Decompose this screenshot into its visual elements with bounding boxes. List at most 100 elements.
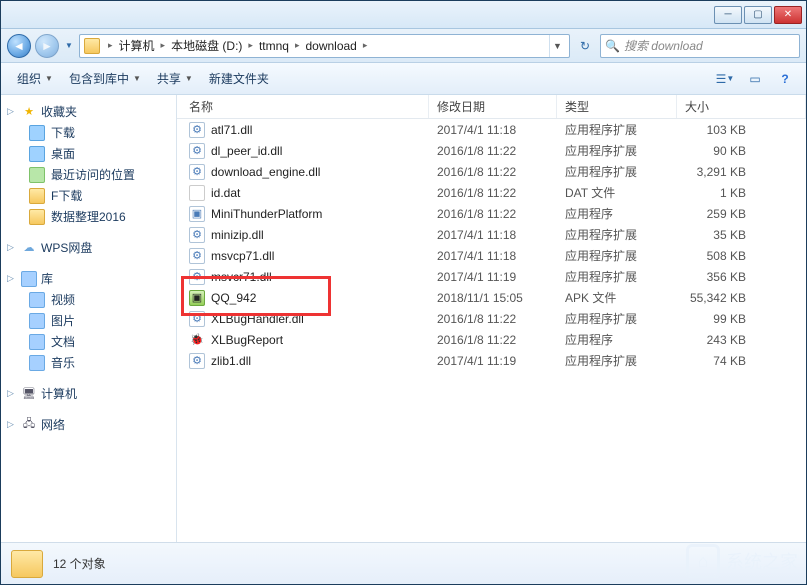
file-name: QQ_942	[211, 291, 256, 305]
file-row[interactable]: ▣QQ_9422018/11/1 15:05APK 文件55,342 KB	[177, 287, 806, 308]
libraries-header[interactable]: ▷库	[1, 268, 176, 289]
column-type[interactable]: 类型	[557, 95, 677, 118]
folder-icon	[29, 188, 45, 204]
file-row[interactable]: ⚙dl_peer_id.dll2016/1/8 11:22应用程序扩展90 KB	[177, 140, 806, 161]
file-icon: ⚙	[189, 353, 205, 369]
nav-item-downloads[interactable]: 下载	[1, 122, 176, 143]
file-size: 3,291 KB	[677, 165, 806, 179]
column-date[interactable]: 修改日期	[429, 95, 557, 118]
title-bar: ─ ▢ ✕	[1, 1, 806, 29]
file-icon: ⚙	[189, 269, 205, 285]
file-size: 90 KB	[677, 144, 806, 158]
video-icon	[29, 292, 45, 308]
nav-item-pictures[interactable]: 图片	[1, 310, 176, 331]
file-row[interactable]: ⚙msvcr71.dll2017/4/1 11:19应用程序扩展356 KB	[177, 266, 806, 287]
view-options-button[interactable]: ☰ ▼	[712, 68, 738, 90]
wps-header[interactable]: ▷☁WPS网盘	[1, 237, 176, 258]
file-name: MiniThunderPlatform	[211, 207, 322, 221]
file-size: 508 KB	[677, 249, 806, 263]
desktop-icon	[29, 146, 45, 162]
nav-item-desktop[interactable]: 桌面	[1, 143, 176, 164]
file-icon: ⚙	[189, 311, 205, 327]
music-icon	[29, 355, 45, 371]
maximize-button[interactable]: ▢	[744, 6, 772, 24]
address-bar[interactable]: ▸ 计算机▸ 本地磁盘 (D:)▸ ttmnq▸ download▸ ▼	[79, 34, 570, 58]
refresh-button[interactable]: ↻	[574, 35, 596, 57]
file-row[interactable]: ⚙XLBugHandler.dll2016/1/8 11:22应用程序扩展99 …	[177, 308, 806, 329]
file-type: 应用程序扩展	[557, 121, 677, 138]
file-name: dl_peer_id.dll	[211, 144, 282, 158]
close-button[interactable]: ✕	[774, 6, 802, 24]
file-icon: ⚙	[189, 143, 205, 159]
library-icon	[21, 271, 37, 287]
nav-item-data2016[interactable]: 数据整理2016	[1, 206, 176, 227]
breadcrumb-item[interactable]: ttmnq	[257, 39, 291, 53]
nav-item-music[interactable]: 音乐	[1, 352, 176, 373]
file-date: 2017/4/1 11:18	[429, 123, 557, 137]
file-row[interactable]: 🐞XLBugReport2016/1/8 11:22应用程序243 KB	[177, 329, 806, 350]
file-list-pane: 名称 修改日期 类型 大小 ⚙atl71.dll2017/4/1 11:18应用…	[177, 95, 806, 542]
breadcrumb-item[interactable]: download	[303, 39, 358, 53]
include-in-library-menu[interactable]: 包含到库中▼	[61, 66, 149, 91]
favorites-header[interactable]: ▷★收藏夹	[1, 101, 176, 122]
nav-history-dropdown[interactable]: ▼	[63, 34, 75, 58]
search-box[interactable]: 🔍 搜索 download	[600, 34, 800, 58]
column-size[interactable]: 大小	[677, 95, 806, 118]
file-date: 2016/1/8 11:22	[429, 144, 557, 158]
file-date: 2016/1/8 11:22	[429, 165, 557, 179]
file-icon	[189, 185, 205, 201]
file-type: 应用程序扩展	[557, 163, 677, 180]
share-menu[interactable]: 共享▼	[149, 66, 201, 91]
folder-icon	[29, 209, 45, 225]
minimize-button[interactable]: ─	[714, 6, 742, 24]
file-row[interactable]: ▣MiniThunderPlatform2016/1/8 11:22应用程序25…	[177, 203, 806, 224]
file-icon: ▣	[189, 290, 205, 306]
file-row[interactable]: ⚙download_engine.dll2016/1/8 11:22应用程序扩展…	[177, 161, 806, 182]
file-type: 应用程序扩展	[557, 247, 677, 264]
nav-item-videos[interactable]: 视频	[1, 289, 176, 310]
file-row[interactable]: ⚙zlib1.dll2017/4/1 11:19应用程序扩展74 KB	[177, 350, 806, 371]
breadcrumb-item[interactable]: 计算机	[117, 37, 157, 54]
nav-item-documents[interactable]: 文档	[1, 331, 176, 352]
body: ▷★收藏夹 下载 桌面 最近访问的位置 F下载 数据整理2016 ▷☁WPS网盘…	[1, 95, 806, 542]
help-button[interactable]: ?	[772, 68, 798, 90]
file-size: 243 KB	[677, 333, 806, 347]
file-rows: ⚙atl71.dll2017/4/1 11:18应用程序扩展103 KB⚙dl_…	[177, 119, 806, 542]
file-row[interactable]: ⚙minizip.dll2017/4/1 11:18应用程序扩展35 KB	[177, 224, 806, 245]
file-name: id.dat	[211, 186, 240, 200]
file-row[interactable]: ⚙msvcp71.dll2017/4/1 11:18应用程序扩展508 KB	[177, 245, 806, 266]
nav-item-fdownload[interactable]: F下载	[1, 185, 176, 206]
file-size: 55,342 KB	[677, 291, 806, 305]
folder-icon	[84, 38, 100, 54]
file-icon: ⚙	[189, 227, 205, 243]
organize-menu[interactable]: 组织▼	[9, 66, 61, 91]
preview-pane-button[interactable]: ▭	[742, 68, 768, 90]
nav-item-recent[interactable]: 最近访问的位置	[1, 164, 176, 185]
forward-button[interactable]: ►	[35, 34, 59, 58]
file-date: 2017/4/1 11:19	[429, 270, 557, 284]
file-icon: 🐞	[189, 332, 205, 348]
status-count: 12 个对象	[53, 555, 106, 572]
network-header[interactable]: ▷🖧网络	[1, 414, 176, 435]
column-name[interactable]: 名称	[177, 95, 429, 118]
file-icon: ▣	[189, 206, 205, 222]
file-icon: ⚙	[189, 122, 205, 138]
file-size: 99 KB	[677, 312, 806, 326]
network-icon: 🖧	[21, 417, 37, 433]
computer-header[interactable]: ▷🖥计算机	[1, 383, 176, 404]
file-size: 74 KB	[677, 354, 806, 368]
address-dropdown[interactable]: ▼	[549, 35, 565, 57]
back-button[interactable]: ◄	[7, 34, 31, 58]
new-folder-button[interactable]: 新建文件夹	[201, 66, 277, 91]
cloud-icon: ☁	[21, 240, 37, 256]
file-name: XLBugReport	[211, 333, 283, 347]
search-placeholder: 搜索 download	[624, 37, 703, 54]
file-type: 应用程序扩展	[557, 226, 677, 243]
breadcrumb-item[interactable]: 本地磁盘 (D:)	[169, 37, 244, 54]
file-name: zlib1.dll	[211, 354, 251, 368]
file-row[interactable]: id.dat2016/1/8 11:22DAT 文件1 KB	[177, 182, 806, 203]
column-headers: 名称 修改日期 类型 大小	[177, 95, 806, 119]
file-name: msvcr71.dll	[211, 270, 272, 284]
file-size: 103 KB	[677, 123, 806, 137]
file-row[interactable]: ⚙atl71.dll2017/4/1 11:18应用程序扩展103 KB	[177, 119, 806, 140]
